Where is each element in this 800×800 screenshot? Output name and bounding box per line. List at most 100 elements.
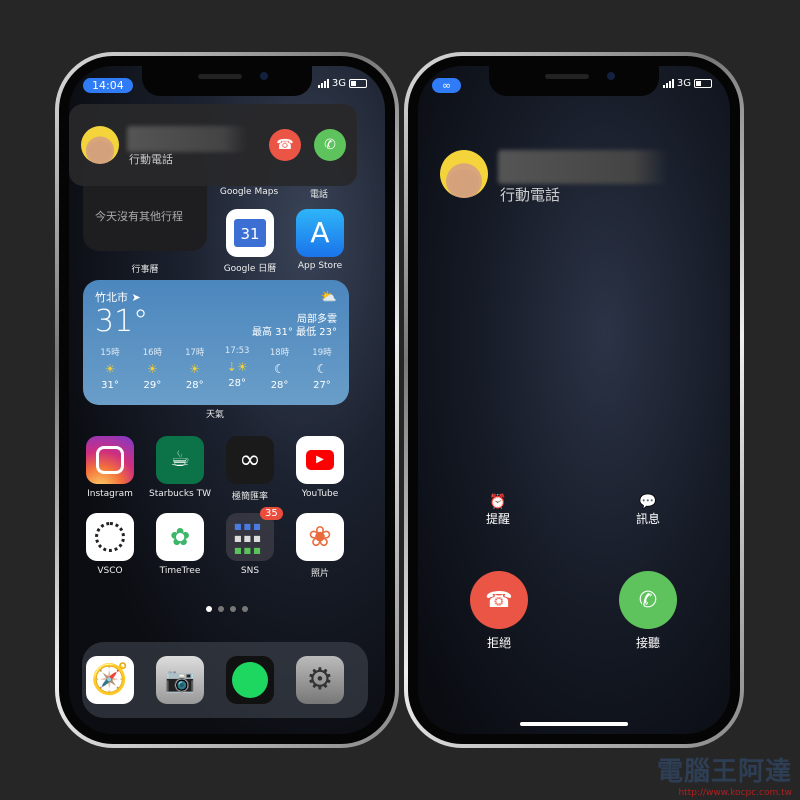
- camera-icon[interactable]: 📷: [156, 656, 204, 704]
- hourly-forecast: 16時 ☀ 29°: [133, 346, 171, 391]
- caller-avatar: [81, 126, 119, 164]
- watermark-name: 電腦王阿達: [656, 757, 792, 787]
- message-button[interactable]: 💬 訊息: [608, 494, 688, 527]
- caller-avatar: [440, 150, 488, 198]
- hour-label: 19時: [312, 348, 332, 358]
- sns-folder-icon[interactable]: ■■■ ■■■ ■■■: [226, 513, 274, 561]
- vsco-icon[interactable]: [86, 513, 134, 561]
- phone-icon: ✆: [638, 587, 658, 613]
- weather-widget[interactable]: 竹北市 ➤ 31° ⛅ 局部多雲 最高 31° 最低 23° 15時 ☀ 31° 16…: [83, 280, 349, 405]
- sun-icon: ☀: [104, 362, 116, 376]
- phone-down-icon: ☎: [485, 587, 513, 613]
- caller-type: 行動電話: [500, 186, 561, 204]
- weather-hilo: 最高 31° 最低 23°: [252, 327, 337, 338]
- watermark-url: http://www.kocpc.com.tw: [678, 788, 792, 798]
- incoming-call-screen: ∞ 3G 行動電話 ⏰ 提醒 💬 訊息 ☎ 拒絕 ✆ 接聽: [418, 66, 730, 734]
- home-indicator[interactable]: [520, 722, 628, 726]
- spotify-icon[interactable]: [226, 656, 274, 704]
- signal-icon: [662, 79, 674, 88]
- hourly-forecast: 18時 ☾ 28°: [261, 346, 299, 391]
- notification-badge: 35: [260, 507, 283, 520]
- hour-label: 16時: [142, 348, 163, 358]
- starbucks-icon[interactable]: ☕: [156, 436, 204, 484]
- remind-me-button[interactable]: ⏰ 提醒: [458, 494, 538, 527]
- caller-type: 行動電話: [129, 153, 173, 166]
- moon-icon: ☾: [274, 362, 285, 376]
- hour-label: 15時: [100, 348, 120, 358]
- right-phone: ∞ 3G 行動電話 ⏰ 提醒 💬 訊息 ☎ 拒絕 ✆ 接聽: [404, 52, 744, 748]
- safari-icon[interactable]: 🧭: [86, 656, 134, 704]
- message-label: 訊息: [635, 512, 660, 526]
- app-label: Instagram: [87, 489, 133, 499]
- hour-temp: 29°: [143, 380, 162, 391]
- app-label: TimeTree: [159, 566, 201, 576]
- accept-label: 接聽: [635, 636, 660, 650]
- hour-label: 17時: [185, 348, 205, 358]
- incoming-call-banner[interactable]: 行動電話 ☎ ✆: [69, 104, 357, 186]
- google-calendar-icon[interactable]: 31: [226, 209, 274, 257]
- home-screen: 14:04 3G 行動電話 ☎ ✆ Google Maps 電話 今天沒有其他行…: [69, 66, 385, 734]
- app-label-google-maps: Google Maps: [219, 187, 279, 197]
- decline-label: 拒絕: [486, 636, 511, 650]
- decline-button[interactable]: ☎: [269, 129, 301, 161]
- moon-icon: ☾: [316, 362, 328, 376]
- left-phone: 14:04 3G 行動電話 ☎ ✆ Google Maps 電話 今天沒有其他行…: [55, 52, 399, 748]
- phone-icon: ✆: [324, 137, 336, 153]
- currency-app-icon[interactable]: ∞: [226, 436, 274, 484]
- hourly-forecast: 19時 ☾ 27°: [303, 346, 341, 391]
- calendar-widget-text: 今天沒有其他行程: [95, 210, 183, 223]
- hour-temp: 28°: [185, 380, 204, 391]
- hour-temp: 28°: [228, 378, 247, 389]
- status-bar: 3G: [662, 78, 712, 89]
- location-arrow-icon: ➤: [131, 291, 141, 304]
- alarm-icon: ⏰: [489, 494, 507, 510]
- app-label: 極簡匯率: [231, 492, 268, 502]
- hour-temp: 28°: [270, 380, 289, 391]
- sun-icon: ☀: [147, 362, 158, 376]
- app-label: SNS: [240, 566, 260, 576]
- youtube-icon[interactable]: ▶: [296, 436, 344, 484]
- page-indicator[interactable]: [69, 606, 385, 612]
- photos-icon[interactable]: ❀: [296, 513, 344, 561]
- call-time-pill[interactable]: 14:04: [83, 78, 133, 93]
- app-label: 照片: [310, 569, 329, 579]
- instagram-icon[interactable]: [86, 436, 134, 484]
- hourly-forecast: 15時 ☀ 31°: [91, 346, 129, 391]
- status-bar: 3G: [317, 78, 367, 89]
- caller-name-blurred: [498, 150, 668, 184]
- message-bubble-icon: 💬: [639, 494, 657, 510]
- app-label: Starbucks TW: [149, 489, 211, 499]
- signal-icon: [317, 79, 329, 88]
- battery-icon: [694, 79, 712, 88]
- current-temp: 31°: [95, 304, 149, 339]
- facetime-link-icon: ∞: [432, 78, 462, 93]
- timetree-icon[interactable]: ✿: [156, 513, 204, 561]
- accept-button[interactable]: ✆: [619, 571, 677, 629]
- phone-down-icon: ☎: [276, 137, 294, 153]
- app-label: App Store: [297, 261, 343, 271]
- network-type: 3G: [676, 78, 691, 89]
- hour-label: 18時: [269, 348, 290, 358]
- decline-button[interactable]: ☎: [470, 571, 528, 629]
- calendar-date: 31: [234, 219, 266, 247]
- settings-icon[interactable]: ⚙: [296, 656, 344, 704]
- hour-temp: 31°: [101, 380, 119, 391]
- dock: 🧭 📷 ⚙: [82, 642, 368, 718]
- app-store-icon[interactable]: A: [296, 209, 344, 257]
- calendar-widget-label: 行事曆: [131, 265, 159, 275]
- sun-icon: ☀: [189, 362, 201, 376]
- hour-temp: 27°: [313, 380, 331, 391]
- app-label-phone: 電話: [309, 190, 328, 200]
- partly-cloudy-icon: ⛅: [320, 290, 337, 305]
- weather-widget-label: 天氣: [205, 410, 224, 420]
- accept-button[interactable]: ✆: [314, 129, 346, 161]
- hour-label: 17:53: [224, 346, 250, 356]
- network-type: 3G: [331, 78, 346, 89]
- weather-city: 竹北市 ➤: [95, 289, 141, 305]
- city-name: 竹北市: [95, 291, 128, 304]
- hourly-forecast: 17:53 ⇣☀ 28°: [218, 346, 256, 391]
- hourly-forecast: 17時 ☀ 28°: [176, 346, 214, 391]
- watermark-logo: 電腦王阿達 http://www.kocpc.com.tw: [657, 751, 792, 798]
- battery-icon: [349, 79, 367, 88]
- caller-name-blurred: [127, 126, 247, 152]
